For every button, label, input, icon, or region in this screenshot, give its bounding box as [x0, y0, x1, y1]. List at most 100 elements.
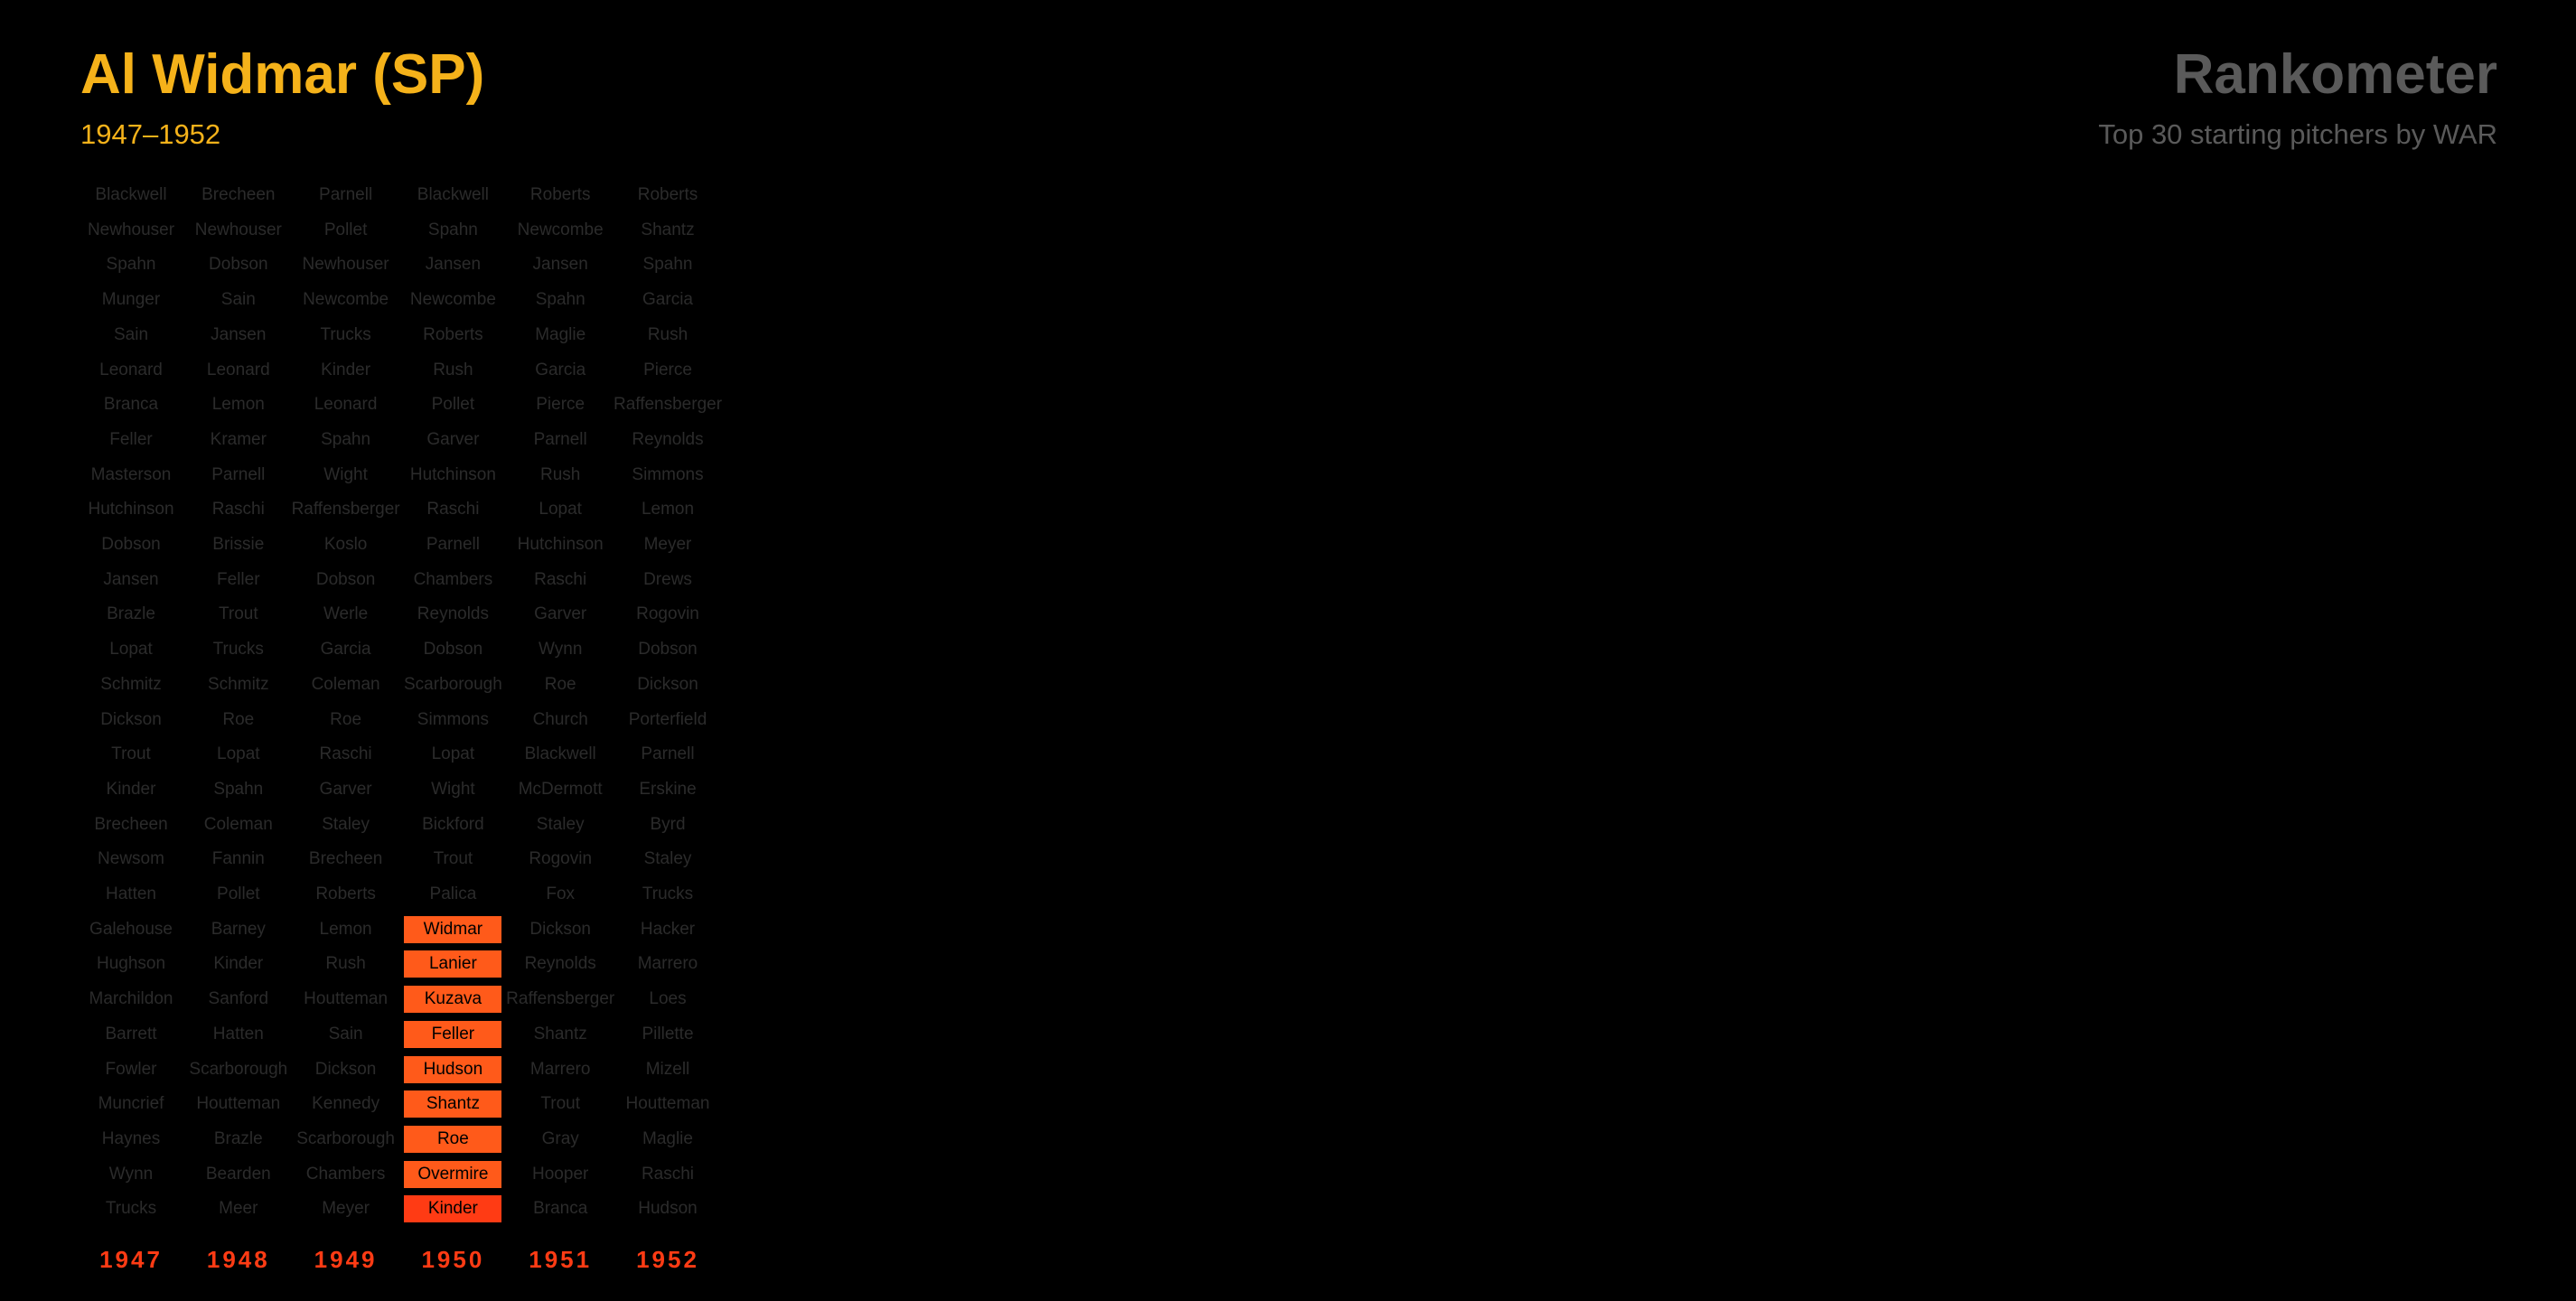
rank-cell: Barrett [105, 1024, 157, 1044]
rank-cell: Spahn [535, 290, 585, 310]
rank-cell: Scarborough [189, 1059, 288, 1079]
rank-cell: Shantz [641, 220, 695, 239]
rank-cell: Simmons [632, 464, 704, 484]
rank-cell: Kinder [213, 954, 264, 974]
rank-cell: Koslo [323, 535, 368, 554]
rank-cell: Overmire [404, 1160, 502, 1188]
rank-cell: Maglie [535, 324, 586, 344]
rank-cell: Kinder [106, 779, 156, 799]
rank-cell: Hutchinson [409, 464, 496, 484]
rank-cell: Sain [113, 324, 149, 344]
rank-cell: Wight [431, 779, 475, 799]
rank-cell: Schmitz [208, 674, 269, 694]
rank-cell: Roe [404, 1125, 502, 1153]
rank-cell: Raschi [211, 500, 265, 519]
rank-cell: Dobson [638, 640, 698, 660]
rank-cell: Meyer [322, 1199, 370, 1219]
rank-cell: Rush [647, 324, 688, 344]
rank-cell: Wight [323, 464, 368, 484]
rank-cell: Staley [536, 814, 585, 834]
rank-cell: Raschi [534, 569, 587, 589]
rank-cell: Blackwell [95, 185, 167, 204]
rank-cell: Fox [546, 884, 576, 903]
rank-cell: Kennedy [312, 1094, 380, 1114]
rank-cell: Lopat [431, 744, 475, 764]
rank-cell: Roe [330, 709, 362, 729]
rank-cell: Garver [319, 779, 372, 799]
rank-cell: Trucks [212, 640, 264, 660]
rank-cell: Parnell [426, 535, 480, 554]
rank-cell: Brazle [107, 604, 155, 624]
rank-cell: Schmitz [100, 674, 162, 694]
rank-cell: Fannin [211, 849, 265, 869]
rank-cell: Werle [323, 604, 369, 624]
rank-cell: Roberts [315, 884, 376, 903]
rank-cell: Garcia [320, 640, 371, 660]
year-label: 1950 [421, 1246, 485, 1273]
year-label: 1952 [636, 1246, 699, 1273]
rank-cell: Haynes [101, 1128, 161, 1148]
rank-cell: Raschi [426, 500, 480, 519]
rank-cell: Dickson [529, 919, 591, 939]
rank-cell: Church [532, 709, 588, 729]
rank-cell: Dobson [315, 569, 376, 589]
rank-cell: Hutchinson [517, 535, 604, 554]
rank-cell: Raffensberger [613, 395, 723, 415]
year-label: 1949 [314, 1246, 378, 1273]
rank-cell: Hacker [640, 919, 696, 939]
rank-cell: Hooper [532, 1164, 589, 1184]
rank-cell: Bearden [205, 1164, 271, 1184]
year-label: 1951 [529, 1246, 593, 1273]
rank-cell: Garver [426, 429, 480, 449]
rank-cell: Coleman [311, 674, 380, 694]
rank-cell: Chambers [413, 569, 493, 589]
rank-cell: Jansen [103, 569, 159, 589]
rank-cell: Newcombe [409, 290, 496, 310]
rank-cell: Reynolds [524, 954, 596, 974]
rank-cell: Maglie [642, 1128, 693, 1148]
rank-cell: Newhouser [194, 220, 282, 239]
rank-cell: Scarborough [404, 674, 502, 694]
rank-cell: Brazle [213, 1128, 263, 1148]
rank-cell: Hughson [96, 954, 166, 974]
rank-cell: Marrero [637, 954, 698, 974]
rank-cell: Galehouse [89, 919, 173, 939]
rank-cell: Garver [534, 604, 587, 624]
rank-cell: Brissie [212, 535, 265, 554]
rank-cell: Simmons [417, 709, 489, 729]
rank-cell: Newhouser [87, 220, 175, 239]
rank-cell: Newhouser [302, 255, 389, 275]
player-title: Al Widmar (SP) [80, 43, 485, 106]
rank-cell: Rogovin [529, 849, 593, 869]
rank-cell: Masterson [90, 464, 172, 484]
rank-cell: Leonard [99, 360, 163, 379]
rank-cell: Lopat [109, 640, 153, 660]
rank-cell: Raschi [319, 744, 372, 764]
rank-cell: Sain [328, 1024, 363, 1044]
rank-cell: Trucks [642, 884, 694, 903]
rank-cell: Trucks [320, 324, 371, 344]
rank-cell: Dickson [637, 674, 698, 694]
rank-cell: Rush [325, 954, 366, 974]
rank-cell: Sanford [208, 989, 269, 1009]
rank-cell: Kinder [404, 1195, 502, 1223]
year-range: 1947–1952 [80, 118, 221, 150]
rank-cell: Trucks [105, 1199, 157, 1219]
rank-cell: Porterfield [628, 709, 707, 729]
rank-cell: Parnell [211, 464, 266, 484]
rank-cell: Spahn [642, 255, 693, 275]
rank-cell: Staley [322, 814, 370, 834]
rank-cell: Brecheen [94, 814, 168, 834]
rank-cell: Parnell [533, 429, 587, 449]
rank-cell: Spahn [427, 220, 478, 239]
rank-cell: Lopat [539, 500, 582, 519]
rank-cell: Bickford [422, 814, 484, 834]
rank-cell: Lemon [319, 919, 372, 939]
rank-cell: Staley [643, 849, 692, 869]
rank-cell: Byrd [650, 814, 686, 834]
rank-cell: Branca [533, 1199, 588, 1219]
rank-cell: Blackwell [417, 185, 489, 204]
rank-cell: Trout [111, 744, 151, 764]
rank-cell: Hutchinson [88, 500, 174, 519]
rank-cell: Leonard [314, 395, 378, 415]
